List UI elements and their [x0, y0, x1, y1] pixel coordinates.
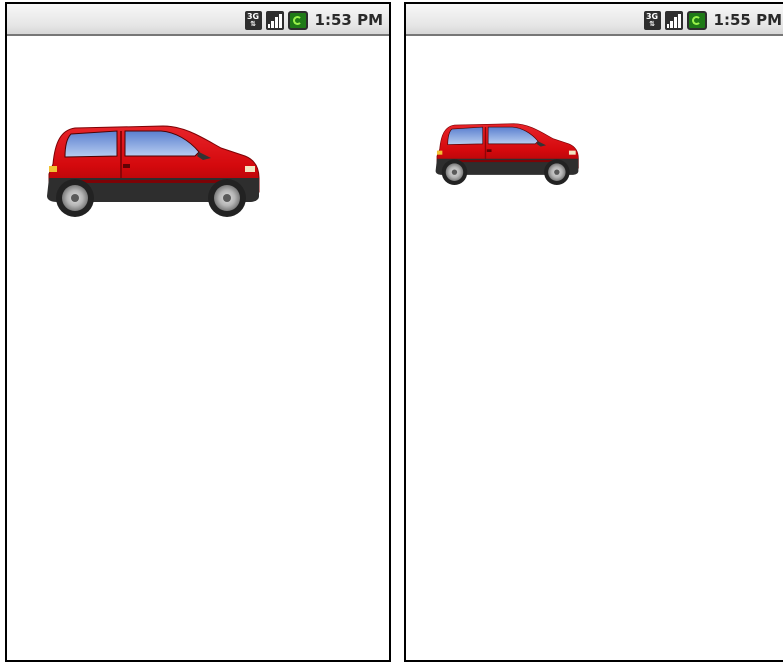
battery-charging-icon [287, 10, 308, 30]
phone-screen-left: 3G ⇅ 1:53 PM [5, 2, 391, 662]
3g-data-icon: 3G ⇅ [643, 10, 661, 30]
phone-screen-right: 3G ⇅ 1:55 PM [404, 2, 783, 662]
status-clock: 1:55 PM [713, 11, 782, 29]
battery-charging-icon [686, 10, 707, 30]
status-bar: 3G ⇅ 1:55 PM [406, 4, 783, 36]
signal-strength-icon [664, 10, 683, 30]
red-car-icon [435, 123, 579, 185]
3g-data-icon: 3G ⇅ [244, 10, 262, 30]
signal-strength-icon [265, 10, 284, 30]
status-icons: 3G ⇅ 1:55 PM [643, 8, 782, 32]
red-car-icon [47, 125, 260, 217]
status-clock: 1:53 PM [314, 11, 383, 29]
status-icons: 3G ⇅ 1:53 PM [244, 8, 383, 32]
status-bar: 3G ⇅ 1:53 PM [7, 4, 389, 36]
